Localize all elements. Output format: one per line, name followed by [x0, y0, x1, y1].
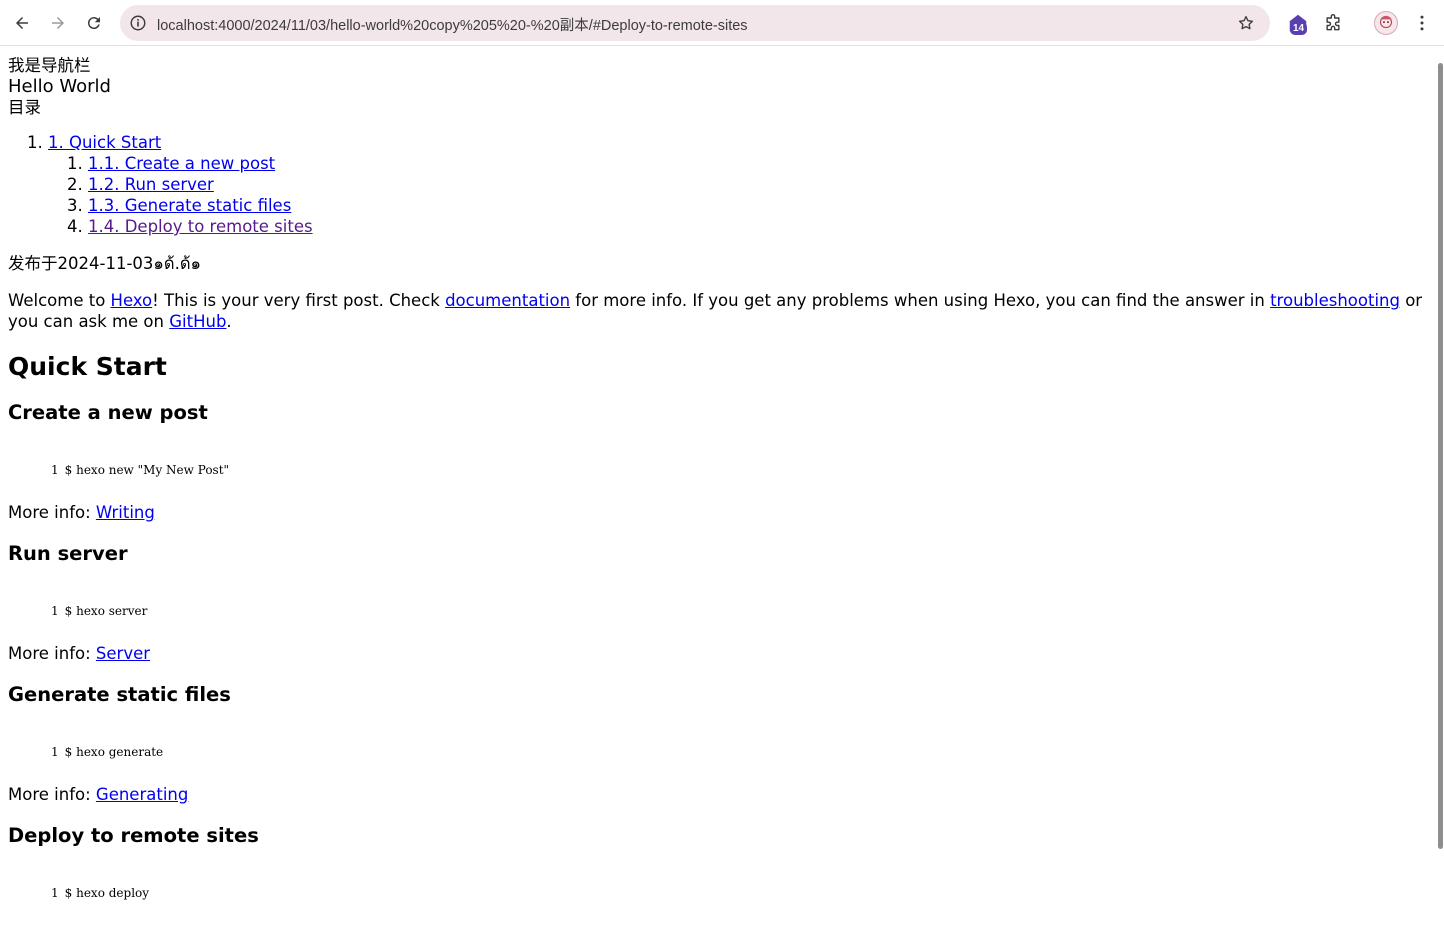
toc-link-quick-start[interactable]: 1. Quick Start [48, 133, 161, 152]
documentation-link[interactable]: documentation [445, 291, 570, 310]
published-date: 2024-11-03 [57, 254, 154, 273]
toc-item: 1.1. Create a new post [88, 153, 1428, 174]
code-block: 1 $ hexo generate [51, 742, 1428, 768]
site-info-icon[interactable] [128, 13, 148, 33]
more-info: More info: Generating [8, 784, 1428, 805]
intro-text: for more info. If you get any problems w… [570, 291, 1271, 310]
back-icon [16, 17, 28, 29]
code-line-number: 1 [51, 886, 59, 900]
code-line-number: 1 [51, 463, 59, 477]
scrollbar-thumb[interactable] [1438, 63, 1443, 849]
url-text[interactable]: localhost:4000/2024/11/03/hello-world%20… [157, 14, 748, 35]
heading-quick-start: Quick Start [8, 352, 167, 381]
forward-icon [52, 17, 64, 29]
code-line-number: 1 [51, 745, 59, 759]
reload-icon [87, 17, 100, 30]
toc-link-deploy[interactable]: 1.4. Deploy to remote sites [88, 217, 313, 236]
nav-text: 我是导航栏 [8, 56, 91, 75]
toc-link-create-post[interactable]: 1.1. Create a new post [88, 154, 275, 173]
more-info-label: More info: [8, 644, 96, 663]
heading-create-post: Create a new post [8, 401, 208, 424]
code-line: $ hexo server [64, 604, 148, 618]
code-line: $ hexo new "My New Post" [64, 463, 230, 477]
bookmark-star-icon[interactable] [1236, 13, 1256, 33]
published-prefix: 发布于 [8, 254, 58, 273]
heading-generate: Generate static files [8, 683, 231, 706]
intro-text: . [226, 312, 232, 331]
code-block: 1 $ hexo deploy [51, 883, 1428, 909]
toc-item: 1.4. Deploy to remote sites [88, 216, 1428, 237]
toc-item: 1.3. Generate static files [88, 195, 1428, 216]
back-button[interactable] [8, 9, 36, 37]
site-title: Hello World [8, 76, 111, 97]
github-link[interactable]: GitHub [169, 312, 226, 331]
troubleshooting-link[interactable]: troubleshooting [1270, 291, 1400, 310]
generating-link[interactable]: Generating [96, 785, 188, 804]
kebab-menu-icon[interactable] [1410, 11, 1434, 35]
reload-button[interactable] [80, 9, 108, 37]
page-viewport: 我是导航栏 Hello World 目录 1. Quick Start 1.1.… [0, 47, 1436, 938]
toc-link-run-server[interactable]: 1.2. Run server [88, 175, 214, 194]
toc-link-generate[interactable]: 1.3. Generate static files [88, 196, 291, 215]
heading-deploy: Deploy to remote sites [8, 824, 259, 847]
code-line-number: 1 [51, 604, 59, 618]
toc-item: 1.2. Run server [88, 174, 1428, 195]
code-line: $ hexo generate [64, 745, 164, 759]
table-of-contents: 1. Quick Start 1.1. Create a new post 1.… [8, 132, 1428, 237]
code-block: 1 $ hexo server [51, 601, 1428, 627]
code-block: 1 $ hexo new "My New Post" [51, 460, 1428, 486]
forward-button[interactable] [44, 9, 72, 37]
page-scrollbar[interactable] [1436, 47, 1444, 938]
intro-text: ! This is your very first post. Check [152, 291, 446, 310]
code-line: $ hexo deploy [64, 886, 150, 900]
hexo-link[interactable]: Hexo [111, 291, 153, 310]
heading-run-server: Run server [8, 542, 128, 565]
address-bar[interactable]: localhost:4000/2024/11/03/hello-world%20… [120, 5, 1270, 41]
puzzle-icon[interactable] [1321, 11, 1345, 35]
published-line: 发布于2024-11-03๑ด้.ด้๑ [8, 253, 1428, 274]
more-info: More info: Server [8, 643, 1428, 664]
browser-toolbar: localhost:4000/2024/11/03/hello-world%20… [0, 0, 1444, 46]
extension-badge: 14 [1290, 22, 1308, 35]
intro-paragraph: Welcome to Hexo! This is your very first… [8, 290, 1428, 332]
writing-link[interactable]: Writing [96, 503, 155, 522]
more-info-label: More info: [8, 503, 96, 522]
server-link[interactable]: Server [96, 644, 150, 663]
more-info-label: More info: [8, 785, 96, 804]
toc-item: 1. Quick Start 1.1. Create a new post 1.… [48, 132, 1428, 237]
more-info: More info: Writing [8, 502, 1428, 523]
profile-avatar[interactable] [1374, 11, 1398, 35]
toc-label: 目录 [8, 98, 41, 117]
intro-text: Welcome to [8, 291, 111, 310]
published-emoticon: ๑ด้.ด้๑ [153, 254, 202, 273]
